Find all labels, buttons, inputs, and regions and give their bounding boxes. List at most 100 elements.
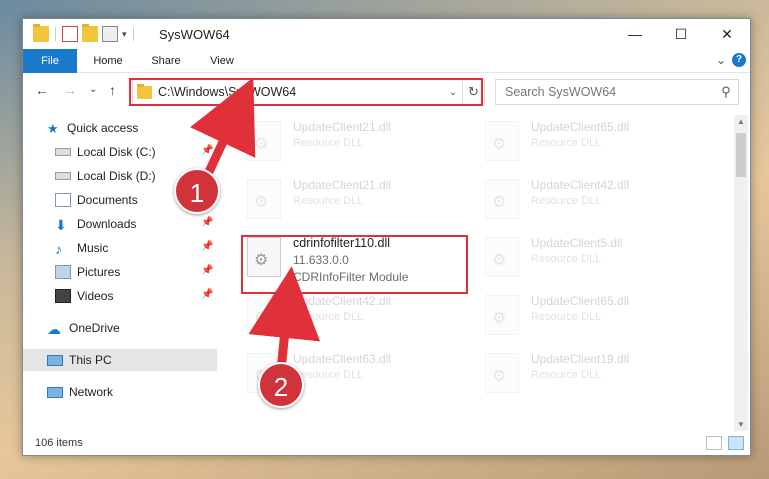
ribbon-tabs: File Home Share View ⌄ ?	[23, 49, 750, 73]
file-description: Resource DLL	[531, 369, 602, 381]
address-highlight-box	[129, 78, 483, 106]
file-item[interactable]: UpdateClient65.dll Resource DLL	[475, 117, 695, 171]
network-icon	[47, 386, 63, 398]
videos-icon	[55, 289, 71, 303]
dll-file-icon	[485, 179, 519, 219]
file-highlight-box	[241, 235, 468, 294]
file-item[interactable]: UpdateClient19.dll Resource DLL	[475, 349, 695, 403]
sidebar-item-videos[interactable]: Videos	[55, 285, 113, 307]
sidebar-item-label: This PC	[69, 353, 112, 367]
file-item[interactable]: UpdateClient65.dll Resource DLL	[475, 291, 695, 345]
search-icon[interactable]: ⚲	[714, 84, 738, 100]
forward-button[interactable]: →	[63, 82, 77, 98]
status-bar: 106 items	[23, 433, 750, 455]
file-item[interactable]: UpdateClient21.dll Resource DLL	[237, 117, 457, 171]
vertical-scrollbar[interactable]: ▲ ▼	[734, 115, 748, 431]
file-description: Resource DLL	[531, 311, 602, 323]
search-input[interactable]	[505, 85, 714, 99]
step-badge-2: 2	[258, 362, 304, 408]
sidebar-item-network[interactable]: Network	[47, 381, 113, 403]
customize-toolbar-icon[interactable]	[102, 26, 118, 42]
sidebar-item-quick-access[interactable]: ★ Quick access	[47, 117, 138, 139]
file-description: Resource DLL	[293, 369, 364, 381]
file-name: UpdateClient65.dll	[531, 120, 630, 134]
tab-home[interactable]: Home	[83, 49, 133, 73]
sidebar-item-this-pc[interactable]: This PC	[23, 349, 217, 371]
folder-icon	[33, 24, 49, 42]
file-description: Resource DLL	[531, 137, 602, 149]
file-name: UpdateClient21.dll	[293, 120, 392, 134]
toolbar-divider	[55, 27, 56, 41]
new-folder-icon[interactable]	[82, 24, 98, 42]
pin-icon[interactable]: 📌	[201, 289, 213, 300]
item-count: 106 items	[35, 437, 83, 449]
navigation-pane: ★ Quick access Local Disk (C:) 📌 Local D…	[23, 115, 217, 431]
sidebar-item-music[interactable]: ♪ Music	[55, 237, 108, 259]
sidebar-item-label: Music	[77, 241, 109, 255]
sidebar-item-label: Pictures	[77, 265, 121, 279]
pin-icon[interactable]: 📌	[201, 265, 213, 276]
sidebar-item-local-disk-d[interactable]: Local Disk (D:)	[55, 165, 156, 187]
close-button[interactable]: ✕	[704, 19, 750, 49]
scrollbar-thumb[interactable]	[736, 133, 746, 177]
title-bar: ▾ SysWOW64 — ☐ ✕	[23, 19, 750, 49]
computer-icon	[47, 354, 63, 366]
qa-dropdown-icon[interactable]: ▾	[122, 29, 127, 40]
file-item[interactable]: UpdateClient21.dll Resource DLL	[237, 175, 457, 229]
recent-locations-button[interactable]: ⌄	[89, 84, 97, 95]
file-description: Resource DLL	[293, 137, 364, 149]
window-controls: — ☐ ✕	[612, 19, 750, 49]
file-description: Resource DLL	[293, 195, 364, 207]
sidebar-item-label: Videos	[77, 289, 114, 303]
scroll-up-icon[interactable]: ▲	[734, 117, 748, 126]
file-item[interactable]: UpdateClient42.dll Resource DLL	[475, 175, 695, 229]
sidebar-item-documents[interactable]: Documents	[55, 189, 138, 211]
dll-file-icon	[485, 295, 519, 335]
tab-view[interactable]: View	[199, 49, 245, 73]
download-icon: ⬇	[55, 217, 67, 233]
minimize-button[interactable]: —	[612, 19, 658, 49]
file-item[interactable]: UpdateClient5.dll Resource DLL	[475, 233, 695, 287]
tab-share[interactable]: Share	[141, 49, 191, 73]
back-button[interactable]: ←	[35, 82, 49, 98]
maximize-button[interactable]: ☐	[658, 19, 704, 49]
pin-icon[interactable]: 📌	[201, 145, 213, 156]
search-box[interactable]: ⚲	[495, 79, 739, 105]
dll-file-icon	[247, 295, 281, 335]
large-icons-view-icon[interactable]	[728, 436, 744, 450]
star-icon: ★	[47, 121, 59, 136]
help-icon[interactable]: ?	[732, 53, 746, 67]
pin-icon[interactable]: 📌	[201, 217, 213, 228]
file-item[interactable]: UpdateClient42.dll Resource DLL	[237, 291, 457, 345]
details-view-icon[interactable]	[706, 436, 722, 450]
sidebar-item-label: Downloads	[77, 217, 137, 231]
sidebar-item-downloads[interactable]: ⬇ Downloads	[55, 213, 136, 235]
file-name: UpdateClient42.dll	[293, 294, 392, 308]
file-name: UpdateClient63.dll	[293, 352, 392, 366]
step-badge-1: 1	[174, 168, 220, 214]
file-description: Resource DLL	[293, 311, 364, 323]
pin-icon[interactable]: 📌	[201, 241, 213, 252]
sidebar-item-pictures[interactable]: Pictures	[55, 261, 120, 283]
cloud-icon: ☁	[47, 321, 61, 337]
quick-access-toolbar: ▾	[33, 24, 136, 42]
dll-file-icon	[485, 121, 519, 161]
expand-ribbon-icon[interactable]: ⌄	[716, 53, 726, 67]
drive-icon	[55, 148, 71, 156]
file-name: UpdateClient65.dll	[531, 294, 630, 308]
sidebar-item-label: Documents	[77, 193, 138, 207]
scroll-down-icon[interactable]: ▼	[734, 420, 748, 429]
dll-file-icon	[485, 353, 519, 393]
documents-icon	[55, 193, 71, 207]
window-title: SysWOW64	[159, 27, 230, 42]
tab-file[interactable]: File	[23, 49, 77, 73]
toolbar-divider	[132, 27, 134, 41]
properties-icon[interactable]	[62, 26, 78, 42]
sidebar-item-onedrive[interactable]: ☁ OneDrive	[47, 317, 120, 339]
sidebar-item-local-disk-c[interactable]: Local Disk (C:)	[55, 141, 156, 163]
file-name: UpdateClient42.dll	[531, 178, 630, 192]
file-description: Resource DLL	[531, 253, 602, 265]
up-button[interactable]: ↑	[109, 82, 116, 98]
file-name: UpdateClient5.dll	[531, 236, 623, 250]
sidebar-item-label: Quick access	[67, 121, 139, 135]
